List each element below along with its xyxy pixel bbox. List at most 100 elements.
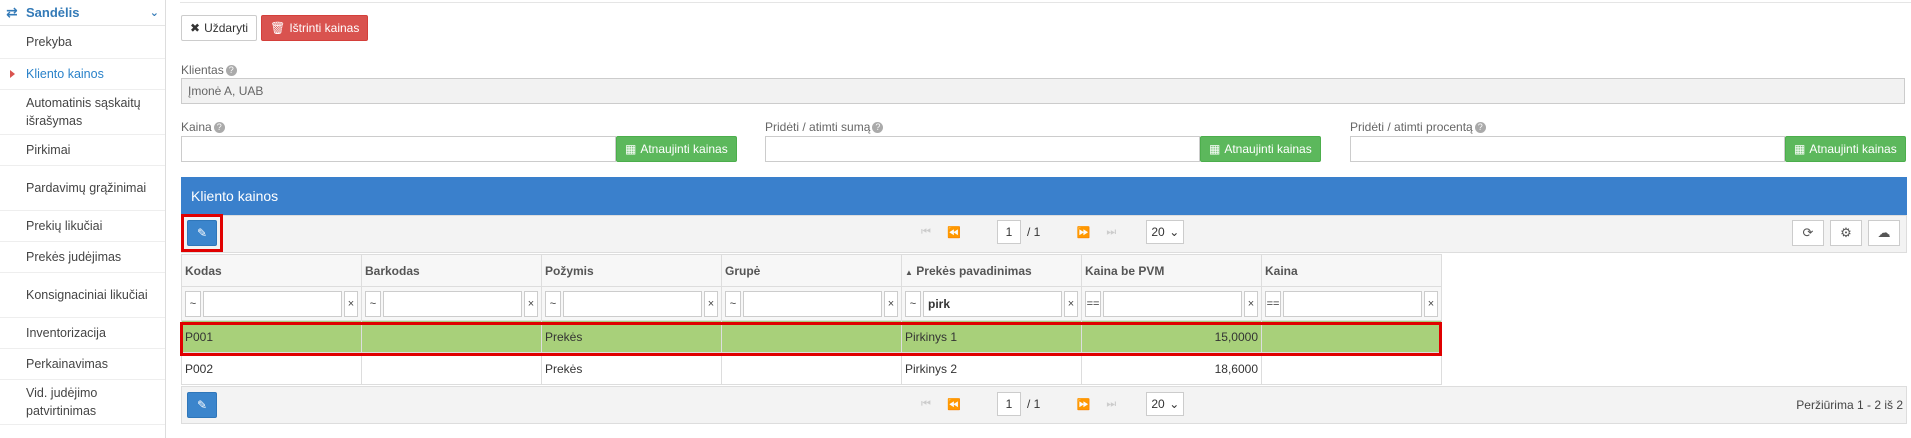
column-header-group[interactable]: Grupė <box>721 254 902 287</box>
page-number-input[interactable]: 1 <box>997 392 1021 416</box>
filter-input-code[interactable] <box>203 290 342 317</box>
trash-icon: 🗑 <box>270 21 286 35</box>
page-number-input[interactable]: 1 <box>997 220 1021 244</box>
sidebar-item-kliento-kainos[interactable]: Kliento kainos <box>0 59 165 90</box>
calculator-icon: ▦ <box>1209 142 1221 156</box>
sidebar-item-automatinis-saskaitu[interactable]: Automatinis sąskaitų išrašymas <box>0 90 165 135</box>
filter-input-name[interactable]: pirk <box>923 290 1062 317</box>
client-label: Klientas? <box>181 63 237 77</box>
cell-group <box>721 352 902 385</box>
next-page-icon[interactable]: ⏩ <box>1072 398 1094 411</box>
cell-barcode <box>361 352 542 385</box>
sidebar-item-prekiu-likuciai[interactable]: Prekių likučiai <box>0 211 165 242</box>
first-page-icon[interactable]: ⏮ <box>915 226 937 239</box>
clear-filter-icon[interactable]: × <box>1244 290 1258 317</box>
calculator-icon: ▦ <box>625 142 637 156</box>
help-icon: ? <box>1474 122 1486 134</box>
filter-input-price[interactable] <box>1283 290 1422 317</box>
gear-icon: ⚙ <box>1840 225 1852 240</box>
clear-filter-icon[interactable]: × <box>524 290 538 317</box>
close-button[interactable]: ✖ Uždaryti <box>181 15 258 41</box>
first-page-icon[interactable]: ⏮ <box>915 398 937 411</box>
sidebar-item-pirkimai[interactable]: Pirkimai <box>0 135 165 166</box>
chevron-down-icon: ⌄ <box>1169 225 1180 239</box>
filter-operator[interactable]: == <box>1265 290 1281 317</box>
add-percent-label: Pridėti / atimti procentą? <box>1350 120 1486 134</box>
column-header-price-net[interactable]: Kaina be PVM <box>1081 254 1262 287</box>
cloud-download-icon: ☁ <box>1877 225 1891 240</box>
sidebar: ⇄ Sandėlis ⌄ Prekyba Kliento kainos Auto… <box>0 0 166 438</box>
filter-operator[interactable]: ~ <box>365 290 381 317</box>
page-total: / 1 <box>1027 225 1041 239</box>
prev-page-icon[interactable]: ⏪ <box>943 226 965 239</box>
sidebar-section-warehouse[interactable]: ⇄ Sandėlis ⌄ <box>0 0 165 26</box>
filter-row: ~ × ~ × ~ × ~ × ~ pirk × == × == × <box>181 286 1442 321</box>
add-sum-label: Pridėti / atimti sumą? <box>765 120 884 134</box>
last-page-icon[interactable]: ⏭ <box>1100 226 1122 239</box>
column-header-name[interactable]: ▲ Prekės pavadinimas <box>901 254 1082 287</box>
sidebar-section-label: Sandėlis <box>26 5 80 20</box>
cell-price <box>1261 352 1442 385</box>
edit-button-bottom[interactable]: ✎ <box>187 392 217 418</box>
transfer-arrows-icon: ⇄ <box>6 4 18 20</box>
filter-operator[interactable]: == <box>1085 290 1101 317</box>
column-header-barcode[interactable]: Barkodas <box>361 254 542 287</box>
clear-filter-icon[interactable]: × <box>1424 290 1438 317</box>
table-header-row: Kodas Barkodas Požymis Grupė ▲ Prekės pa… <box>181 254 1442 287</box>
prev-page-icon[interactable]: ⏪ <box>943 398 965 411</box>
sidebar-item-prekyba[interactable]: Prekyba <box>0 26 165 59</box>
client-prices-table: Kodas Barkodas Požymis Grupė ▲ Prekės pa… <box>181 254 1442 385</box>
sidebar-item-pardavimu-grazinimai[interactable]: Pardavimų grąžinimai <box>0 166 165 211</box>
settings-button[interactable]: ⚙ <box>1830 220 1862 246</box>
clear-filter-icon[interactable]: × <box>884 290 898 317</box>
last-page-icon[interactable]: ⏭ <box>1100 398 1122 411</box>
add-percent-input[interactable] <box>1350 136 1785 162</box>
page-size-select[interactable]: 20 ⌄ <box>1146 220 1185 244</box>
calculator-icon: ▦ <box>1794 142 1806 156</box>
sidebar-item-konsignaciniai-likuciai[interactable]: Konsignaciniai likučiai <box>0 273 165 318</box>
client-field[interactable]: Įmonė A, UAB <box>181 78 1905 104</box>
filter-operator[interactable]: ~ <box>725 290 741 317</box>
clear-filter-icon[interactable]: × <box>1064 290 1078 317</box>
pager-bottom: ⏮ ⏪ 1 / 1 ⏩ ⏭ 20 ⌄ <box>915 392 1185 416</box>
add-sum-input[interactable] <box>765 136 1200 162</box>
filter-operator[interactable]: ~ <box>545 290 561 317</box>
filter-operator[interactable]: ~ <box>905 290 921 317</box>
filter-input-barcode[interactable] <box>383 290 522 317</box>
sidebar-item-perkainavimas[interactable]: Perkainavimas <box>0 349 165 380</box>
help-icon: ? <box>213 122 225 134</box>
client-prices-panel-header: Kliento kainos <box>181 177 1907 215</box>
column-header-price[interactable]: Kaina <box>1261 254 1442 287</box>
chevron-down-icon: ⌄ <box>149 7 159 19</box>
update-prices-sum-button[interactable]: ▦ Atnaujinti kainas <box>1200 136 1321 162</box>
clear-filter-icon[interactable]: × <box>704 290 718 317</box>
column-header-type[interactable]: Požymis <box>541 254 722 287</box>
filter-input-type[interactable] <box>563 290 702 317</box>
column-header-code[interactable]: Kodas <box>181 254 362 287</box>
main-content: ✖ Uždaryti 🗑 Ištrinti kainas Klientas? Į… <box>180 0 1911 438</box>
page-size-select[interactable]: 20 ⌄ <box>1146 392 1185 416</box>
filter-input-group[interactable] <box>743 290 882 317</box>
sidebar-item-inventorizacija[interactable]: Inventorizacija <box>0 318 165 349</box>
sidebar-item-vid-judejimo-patvirtinimas[interactable]: Vid. judėjimo patvirtinimas <box>0 380 165 425</box>
cell-price-net: 18,6000 <box>1081 352 1262 385</box>
table-row[interactable]: P002 Prekės Pirkinys 2 18,6000 <box>181 352 1442 385</box>
filter-input-price-net[interactable] <box>1103 290 1242 317</box>
price-input[interactable] <box>181 136 616 162</box>
filter-operator[interactable]: ~ <box>185 290 201 317</box>
clear-filter-icon[interactable]: × <box>344 290 358 317</box>
export-button[interactable]: ☁ <box>1868 220 1900 246</box>
help-icon: ? <box>225 65 237 77</box>
close-icon: ✖ <box>190 21 201 35</box>
update-prices-percent-button[interactable]: ▦ Atnaujinti kainas <box>1785 136 1906 162</box>
next-page-icon[interactable]: ⏩ <box>1072 226 1094 239</box>
refresh-button[interactable]: ⟳ <box>1792 220 1824 246</box>
highlight-edit-button <box>181 214 223 252</box>
delete-prices-button[interactable]: 🗑 Ištrinti kainas <box>261 15 369 41</box>
pencil-icon: ✎ <box>196 398 208 412</box>
cell-code: P002 <box>181 352 362 385</box>
update-prices-button[interactable]: ▦ Atnaujinti kainas <box>616 136 737 162</box>
sidebar-item-prekes-judejimas[interactable]: Prekės judėjimas <box>0 242 165 273</box>
action-bar: ✖ Uždaryti 🗑 Ištrinti kainas <box>181 15 369 41</box>
cell-type: Prekės <box>541 352 722 385</box>
